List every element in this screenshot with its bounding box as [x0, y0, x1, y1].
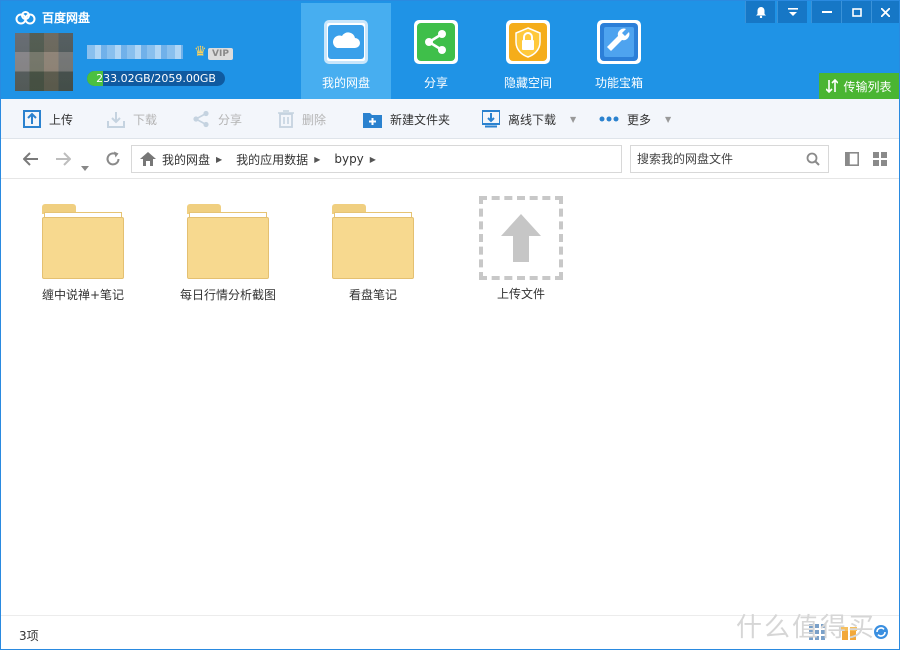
delete-button[interactable]: 删除: [278, 109, 326, 129]
app-title: 百度网盘: [42, 11, 91, 25]
new-folder-icon: [363, 112, 382, 128]
upload-label: 上传: [49, 112, 74, 127]
download-button[interactable]: 下载: [107, 109, 157, 129]
share-button[interactable]: 分享: [192, 109, 242, 129]
cloud-icon: [324, 20, 368, 64]
upload-placeholder: [479, 196, 563, 280]
breadcrumb-item[interactable]: 我的应用数据 ▶: [236, 151, 320, 168]
grid-view-icon[interactable]: [873, 152, 887, 169]
transfer-arrows-icon: [826, 79, 839, 93]
transfer-list-button[interactable]: 传输列表: [819, 73, 899, 99]
bell-icon[interactable]: [745, 1, 775, 23]
share-small-icon: [193, 110, 209, 128]
upload-icon: [23, 110, 41, 128]
home-icon[interactable]: [140, 152, 156, 166]
folder-name: 每日行情分析截图: [179, 288, 276, 302]
header: 百度网盘 ♛ VIP 233.02GB/2059.00GB 我的网盘 分享 隐藏…: [1, 1, 899, 99]
address-row: 我的网盘 ▶ 我的应用数据 ▶ bypy ▶: [1, 139, 899, 179]
crown-icon: ♛: [194, 44, 207, 60]
item-count: 3项: [19, 629, 39, 643]
history-dropdown-icon[interactable]: [81, 156, 89, 175]
baidu-cloud-logo-icon: [15, 10, 36, 24]
breadcrumb-item[interactable]: bypy ▶: [334, 152, 376, 166]
upload-file-tile[interactable]: 上传文件: [461, 196, 581, 302]
share-icon: [414, 20, 458, 64]
new-folder-button[interactable]: 新建文件夹: [363, 109, 450, 129]
offline-download-icon: [482, 110, 500, 128]
offline-download-label: 离线下载: [508, 112, 557, 127]
more-dots-icon: [599, 116, 619, 122]
delete-label: 删除: [302, 112, 327, 127]
search-icon[interactable]: [806, 152, 820, 166]
trash-icon: [278, 110, 294, 128]
transfer-label: 传输列表: [843, 79, 892, 94]
upload-file-label: 上传文件: [496, 287, 545, 301]
maximize-button[interactable]: [841, 1, 871, 23]
more-label: 更多: [627, 112, 652, 127]
app-logo: 百度网盘: [15, 9, 90, 26]
storage-quota-bar: 233.02GB/2059.00GB: [87, 71, 225, 86]
folder-item[interactable]: 缠中说禅+笔记: [23, 196, 143, 303]
upload-arrow-icon: [501, 214, 541, 262]
tab-label: 功能宝箱: [594, 76, 643, 90]
folder-name: 缠中说禅+笔记: [41, 288, 125, 302]
breadcrumb: 我的网盘 ▶ 我的应用数据 ▶ bypy ▶: [131, 145, 622, 173]
chevron-down-icon: ▼: [570, 114, 577, 124]
close-button[interactable]: [871, 1, 899, 23]
chevron-down-icon: ▼: [665, 114, 672, 124]
new-folder-label: 新建文件夹: [390, 112, 451, 127]
offline-download-button[interactable]: 离线下载 ▼: [482, 109, 576, 129]
folder-icon: [42, 204, 124, 279]
tab-hidden-space[interactable]: 隐藏空间: [483, 3, 573, 99]
wrench-icon: [597, 20, 641, 64]
tab-share[interactable]: 分享: [391, 3, 481, 99]
vip-badge[interactable]: ♛ VIP: [194, 44, 234, 62]
username-blurred: [87, 45, 183, 59]
search-box: [630, 145, 829, 173]
breadcrumb-item[interactable]: 我的网盘 ▶: [162, 151, 222, 168]
vip-label: VIP: [208, 48, 233, 60]
minimize-button[interactable]: [811, 1, 841, 23]
search-input[interactable]: [637, 150, 797, 168]
chevron-right-icon: ▶: [314, 154, 321, 164]
storage-quota-text: 233.02GB/2059.00GB: [96, 72, 216, 85]
app-window: 百度网盘 ♛ VIP 233.02GB/2059.00GB 我的网盘 分享 隐藏…: [0, 0, 900, 650]
tab-my-disk[interactable]: 我的网盘: [301, 3, 391, 99]
download-label: 下载: [133, 112, 158, 127]
download-icon: [107, 112, 125, 128]
chevron-right-icon: ▶: [369, 154, 376, 164]
more-button[interactable]: 更多 ▼: [599, 109, 671, 129]
tab-label: 我的网盘: [321, 76, 370, 90]
folder-name: 看盘笔记: [348, 288, 397, 302]
folder-item[interactable]: 看盘笔记: [313, 196, 433, 303]
tab-toolbox[interactable]: 功能宝箱: [574, 3, 664, 99]
folder-icon: [187, 204, 269, 279]
tab-label: 分享: [423, 76, 448, 90]
watermark: 什么值得买: [736, 613, 877, 643]
folder-item[interactable]: 每日行情分析截图: [168, 196, 288, 303]
detail-view-icon[interactable]: [845, 152, 859, 169]
refresh-icon[interactable]: [105, 151, 121, 171]
upload-button[interactable]: 上传: [23, 109, 73, 129]
chevron-right-icon: ▶: [216, 154, 223, 164]
tab-label: 隐藏空间: [503, 76, 552, 90]
avatar[interactable]: [15, 33, 73, 91]
lock-icon: [506, 20, 550, 64]
toolbar: 上传 下载 分享 删除 新建文件夹 离线下载 ▼ 更多 ▼: [1, 99, 899, 139]
folder-icon: [332, 204, 414, 279]
back-arrow-icon[interactable]: [22, 151, 39, 170]
menu-dropdown-icon[interactable]: [777, 1, 807, 23]
forward-arrow-icon[interactable]: [55, 151, 72, 170]
share-label: 分享: [218, 112, 243, 127]
